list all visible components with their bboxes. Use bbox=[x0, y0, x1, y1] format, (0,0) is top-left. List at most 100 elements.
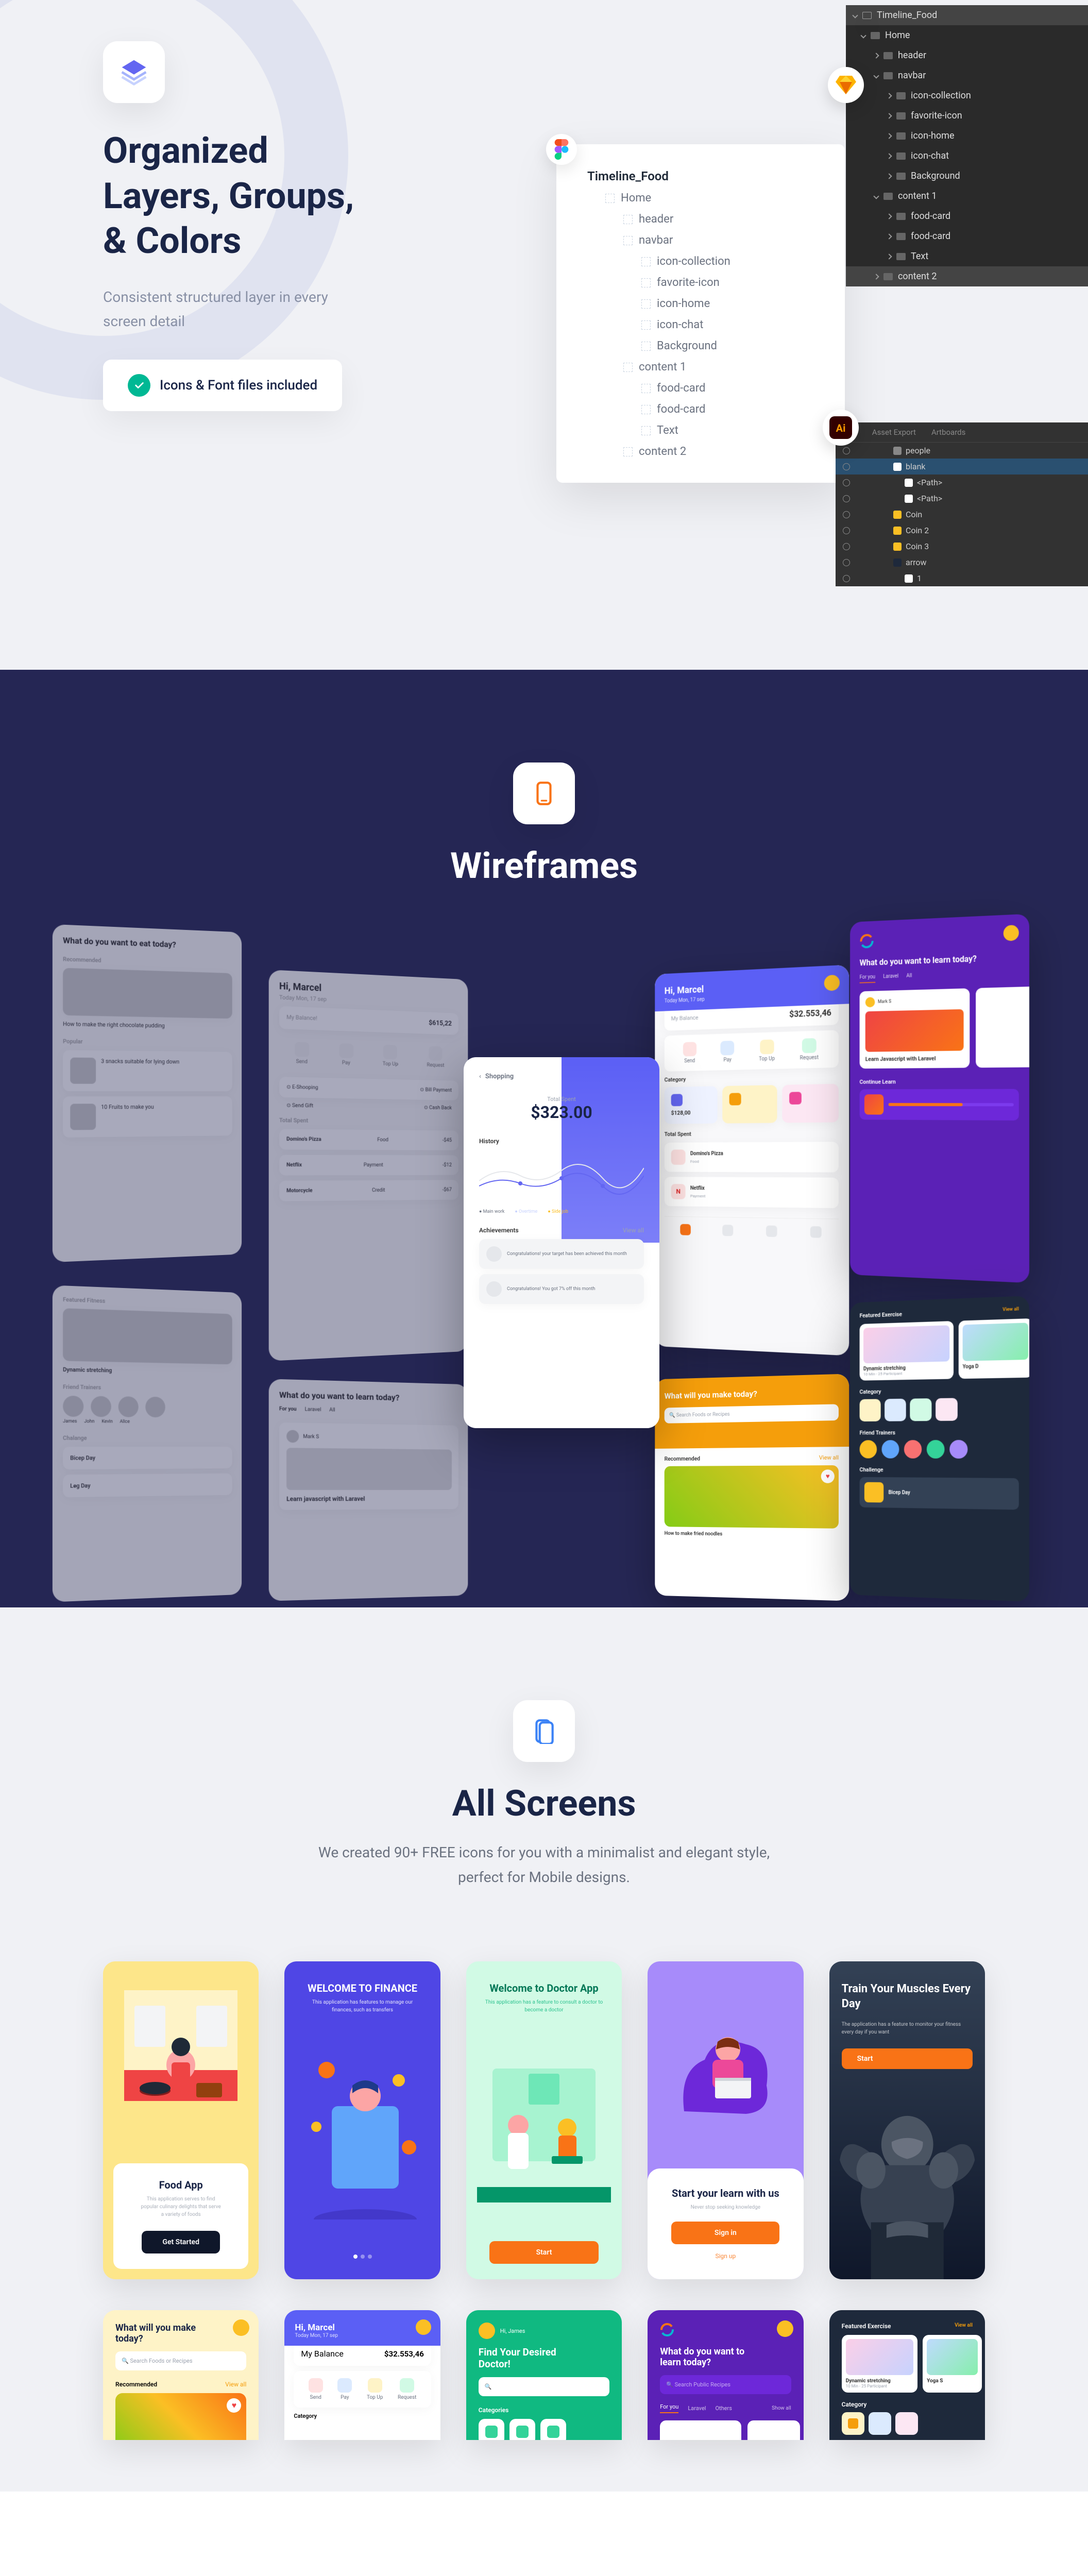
section-subtitle: Consistent structured layer in every scr… bbox=[103, 285, 361, 334]
screen-fitness-onboard: Train Your Muscles Every Day The applica… bbox=[829, 1961, 985, 2279]
layer-row[interactable]: Coin 2 bbox=[836, 522, 1088, 538]
greeting: Hi, Marcel bbox=[295, 2323, 430, 2333]
tree-item[interactable]: food-card bbox=[577, 378, 824, 399]
tree-item[interactable]: favorite-icon bbox=[577, 272, 824, 293]
layer-row[interactable]: Coin 3 bbox=[836, 538, 1088, 554]
layer-row[interactable]: arrow bbox=[836, 554, 1088, 570]
layers-icon bbox=[103, 41, 165, 103]
screen-doctor-home: Hi, James Find Your Desired Doctor! 🔍 Ca… bbox=[466, 2310, 622, 2440]
screen-sub: This application serves to find popular … bbox=[124, 2195, 238, 2218]
heart-icon[interactable]: ♥ bbox=[227, 2398, 241, 2413]
wireframe-fitness-color: Featured ExerciseView all Dynamic stretc… bbox=[850, 1296, 1029, 1602]
check-icon bbox=[128, 374, 150, 397]
layer-row[interactable]: <Path> bbox=[836, 474, 1088, 490]
tree-item[interactable]: content 2 bbox=[846, 266, 1088, 286]
screen-sub: Never stop seeking knowledge bbox=[658, 2204, 793, 2211]
signup-link[interactable]: Sign up bbox=[658, 2251, 793, 2261]
tree-item[interactable]: icon-chat bbox=[577, 314, 824, 335]
tree-item[interactable]: icon-home bbox=[577, 293, 824, 314]
search-input[interactable]: 🔍 bbox=[479, 2377, 609, 2396]
screens-icon bbox=[513, 1700, 575, 1762]
view-all-link[interactable]: View all bbox=[225, 2381, 246, 2388]
tab[interactable]: For you bbox=[660, 2403, 678, 2413]
wireframe-fitness-gray: Featured Fitness Dynamic stretching Frie… bbox=[53, 1285, 242, 1602]
layer-row[interactable]: 1 bbox=[836, 570, 1088, 586]
tree-item[interactable]: Background bbox=[577, 335, 824, 357]
categories-heading: Categories bbox=[479, 2406, 609, 2414]
sketch-icon bbox=[828, 67, 864, 103]
screen-doctor-onboard: Welcome to Doctor App This application h… bbox=[466, 1961, 622, 2279]
wireframe-food-color: What will you make today? 🔍 Search Foods… bbox=[655, 1374, 849, 1601]
category-heading: Category bbox=[294, 2413, 431, 2419]
screen-sub: This application has a feature to consul… bbox=[466, 1998, 622, 2014]
section-subtitle: We created 90+ FREE icons for you with a… bbox=[312, 1840, 776, 1889]
panel-tabs[interactable]: ersAsset ExportArtboards bbox=[836, 422, 1088, 443]
screen-fitness-home: Featured ExerciseView all Dynamic stretc… bbox=[829, 2310, 985, 2440]
screen-title: What will you make today? bbox=[115, 2323, 207, 2344]
wireframe-icon bbox=[513, 762, 575, 824]
wireframe-food-gray: What do you want to eat today? Recommend… bbox=[53, 924, 242, 1262]
badge-included: Icons & Font files included bbox=[103, 360, 342, 411]
tree-item[interactable]: Home bbox=[846, 25, 1088, 45]
screen-sub: The application has a feature to monitor… bbox=[842, 2021, 973, 2036]
start-button[interactable]: Start bbox=[842, 2048, 973, 2069]
start-button[interactable]: Start bbox=[489, 2241, 599, 2264]
category-item[interactable] bbox=[479, 2419, 504, 2440]
screen-learn-onboard: Start your learn with us Never stop seek… bbox=[648, 1961, 803, 2279]
get-started-button[interactable]: Get Started bbox=[142, 2231, 220, 2253]
tree-item[interactable]: navbar bbox=[846, 65, 1088, 86]
tree-item[interactable]: content 1 bbox=[577, 357, 824, 378]
show-all-link[interactable]: Show all bbox=[772, 2405, 791, 2411]
illustrator-layer-panel: Ai ersAsset ExportArtboards people blank… bbox=[836, 422, 1088, 586]
illustrator-icon: Ai bbox=[823, 410, 859, 446]
tree-item[interactable]: favorite-icon bbox=[846, 106, 1088, 126]
screen-finance-home: Hi, Marcel Today Mon, 17 sep My Balance$… bbox=[284, 2310, 440, 2440]
date: Today Mon, 17 sep bbox=[295, 2333, 430, 2338]
layer-row[interactable]: blank bbox=[836, 459, 1088, 474]
screen-finance-onboard: WELCOME TO FINANCE This application has … bbox=[284, 1961, 440, 2279]
greeting: Hi, James bbox=[500, 2328, 525, 2334]
layer-row[interactable]: Coin bbox=[836, 506, 1088, 522]
screen-title: Train Your Muscles Every Day bbox=[842, 1982, 973, 2011]
layer-row[interactable]: people bbox=[836, 443, 1088, 459]
tree-item[interactable]: food-card bbox=[577, 399, 824, 420]
avatar[interactable] bbox=[479, 2323, 495, 2339]
search-input[interactable]: 🔍 Search Foods or Recipes bbox=[115, 2351, 246, 2370]
tree-item[interactable]: header bbox=[846, 45, 1088, 65]
signin-button[interactable]: Sign in bbox=[671, 2222, 779, 2244]
screen-sub: This application has features to manage … bbox=[290, 1998, 435, 2014]
screen-title: WELCOME TO FINANCE bbox=[290, 1982, 435, 1994]
tree-item[interactable]: content 2 bbox=[577, 441, 824, 462]
wireframe-learn-color: What do you want to learn today? For you… bbox=[850, 914, 1029, 1283]
avatar[interactable] bbox=[233, 2319, 249, 2336]
wireframe-finance-color: Hi, Marcel Today Mon, 17 sep My Balance$… bbox=[655, 964, 849, 1355]
tree-item[interactable]: Text bbox=[577, 420, 824, 441]
screen-food-onboard: Food App This application serves to find… bbox=[103, 1961, 259, 2279]
tree-item[interactable]: icon-collection bbox=[846, 86, 1088, 106]
category-item[interactable] bbox=[509, 2419, 535, 2440]
layer-row[interactable]: <Path> bbox=[836, 490, 1088, 506]
view-all-link[interactable]: View all bbox=[955, 2323, 973, 2330]
wireframe-finance-gray: Hi, Marcel Today Mon, 17 sep My Balance!… bbox=[269, 970, 468, 1361]
logo-icon bbox=[660, 2323, 674, 2337]
section-title: Organized Layers, Groups, & Colors bbox=[103, 129, 985, 264]
screen-title: Start your learn with us bbox=[658, 2187, 793, 2199]
screen-title: Welcome to Doctor App bbox=[466, 1982, 622, 1994]
logo-icon bbox=[860, 933, 874, 949]
screen-food-home: What will you make today? 🔍 Search Foods… bbox=[103, 2310, 259, 2440]
tab[interactable]: Laravel bbox=[688, 2405, 706, 2412]
screen-title: Food App bbox=[124, 2179, 238, 2191]
badge-label: Icons & Font files included bbox=[160, 378, 317, 393]
section-heading: Featured Exercise bbox=[842, 2323, 891, 2330]
search-input[interactable]: 🔍 Search Public Recipes bbox=[660, 2375, 791, 2394]
section-title: Wireframes bbox=[103, 845, 985, 887]
category-item[interactable] bbox=[540, 2419, 566, 2440]
screen-learn-home: What do you want to learn today? 🔍 Searc… bbox=[648, 2310, 803, 2440]
screen-title: Find Your Desired Doctor! bbox=[479, 2346, 584, 2370]
tab[interactable]: Others bbox=[715, 2405, 732, 2412]
svg-text:Ai: Ai bbox=[836, 422, 846, 434]
wireframe-learn-gray: What do you want to learn today? For you… bbox=[269, 1379, 468, 1601]
screen-title: What do you want to learn today? bbox=[660, 2346, 765, 2368]
avatar[interactable] bbox=[777, 2320, 793, 2337]
tree-root[interactable]: Timeline_Food bbox=[846, 5, 1088, 25]
